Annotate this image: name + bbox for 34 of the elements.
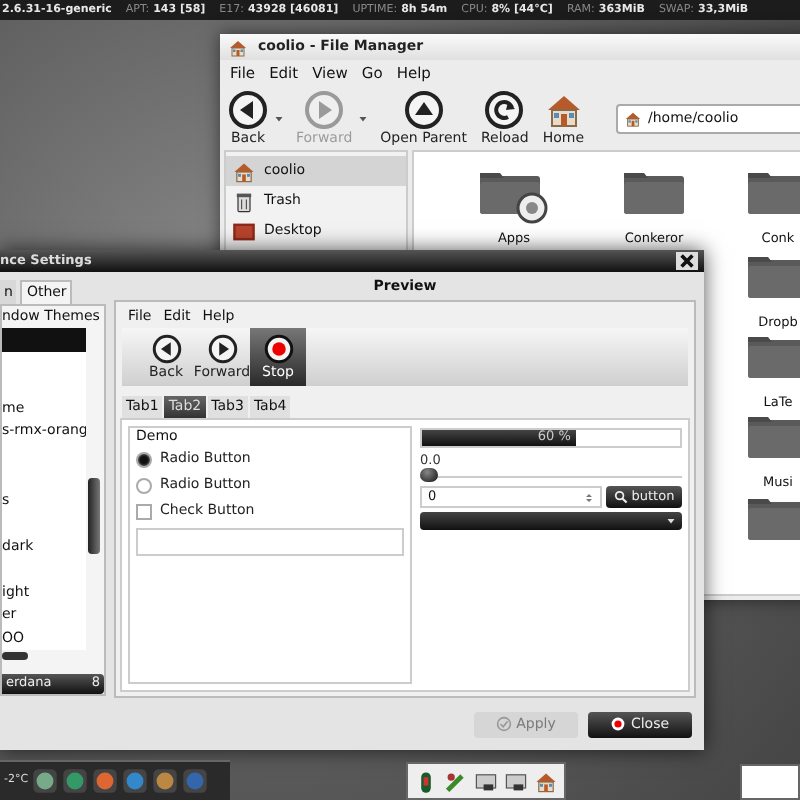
house-icon — [232, 159, 256, 183]
app-icon[interactable] — [182, 768, 209, 794]
house-icon — [624, 109, 642, 127]
app-icon[interactable] — [152, 768, 179, 794]
check-icon — [496, 716, 513, 732]
panel-box — [740, 764, 800, 800]
house-icon — [228, 37, 248, 57]
trash-icon — [232, 189, 256, 213]
desktop-icon — [232, 219, 256, 243]
slider-thumb[interactable] — [420, 468, 438, 482]
app-icon[interactable] — [32, 768, 59, 794]
radio-button[interactable] — [136, 451, 152, 467]
close-icon — [610, 716, 627, 732]
house-icon[interactable] — [534, 769, 558, 793]
app-icon[interactable] — [62, 768, 89, 794]
folder-gear-icon[interactable] — [478, 168, 550, 224]
app-icon[interactable] — [92, 768, 119, 794]
pencil-icon[interactable] — [444, 769, 468, 793]
close-icon[interactable] — [676, 252, 698, 270]
slider[interactable] — [420, 468, 682, 484]
scroll-thumb[interactable] — [2, 652, 28, 661]
stop-icon — [263, 333, 293, 363]
reload-icon — [484, 89, 525, 129]
spin-arrows-icon[interactable] — [584, 489, 594, 505]
monitor-icon[interactable] — [504, 769, 528, 793]
text-field[interactable] — [136, 528, 404, 556]
monitor-icon[interactable] — [474, 769, 498, 793]
magnifier-icon — [613, 490, 628, 504]
app-icon[interactable] — [122, 768, 149, 794]
scroll-thumb[interactable] — [88, 478, 100, 554]
radio-button[interactable] — [136, 477, 152, 493]
checkbox[interactable] — [136, 503, 152, 519]
dropdown-caret-icon[interactable] — [274, 113, 284, 123]
caret-icon — [666, 516, 676, 526]
